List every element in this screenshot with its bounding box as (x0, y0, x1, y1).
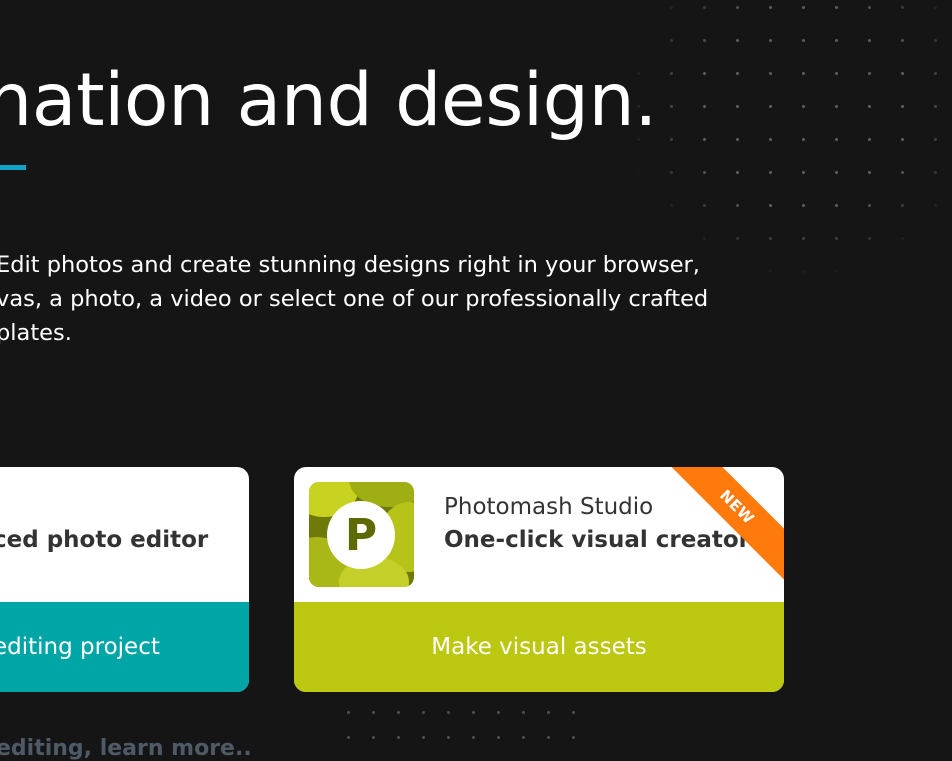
new-badge: NEW (664, 467, 784, 580)
logo-letter: P (327, 501, 395, 569)
dot-pattern-top (622, 0, 952, 281)
product-name: Photomash Studio (444, 494, 654, 520)
learn-more-link[interactable]: editing, learn more.. (0, 736, 252, 761)
photomash-studio-card: P Photomash Studio One-click visual crea… (294, 467, 784, 692)
card-subtitle: ced photo editor (0, 527, 209, 553)
hero-description: Edit photos and create stunning designs … (0, 248, 708, 350)
start-editing-button[interactable]: editing project (0, 602, 249, 692)
dot-pattern-bottom (336, 700, 586, 761)
make-visual-assets-button[interactable]: Make visual assets (294, 602, 784, 692)
description-line: plates. (0, 320, 72, 346)
description-line: vas, a photo, a video or select one of o… (0, 286, 709, 312)
hero-headline: nation and design. (0, 58, 657, 143)
photo-editor-card: ced photo editor editing project (0, 467, 249, 692)
card-header: P Photomash Studio One-click visual crea… (294, 467, 784, 602)
card-header: ced photo editor (0, 467, 249, 602)
new-ribbon: NEW (664, 467, 784, 587)
headline-accent-bar (0, 165, 26, 170)
photomash-logo-icon: P (309, 482, 414, 587)
description-line: Edit photos and create stunning designs … (0, 252, 700, 278)
